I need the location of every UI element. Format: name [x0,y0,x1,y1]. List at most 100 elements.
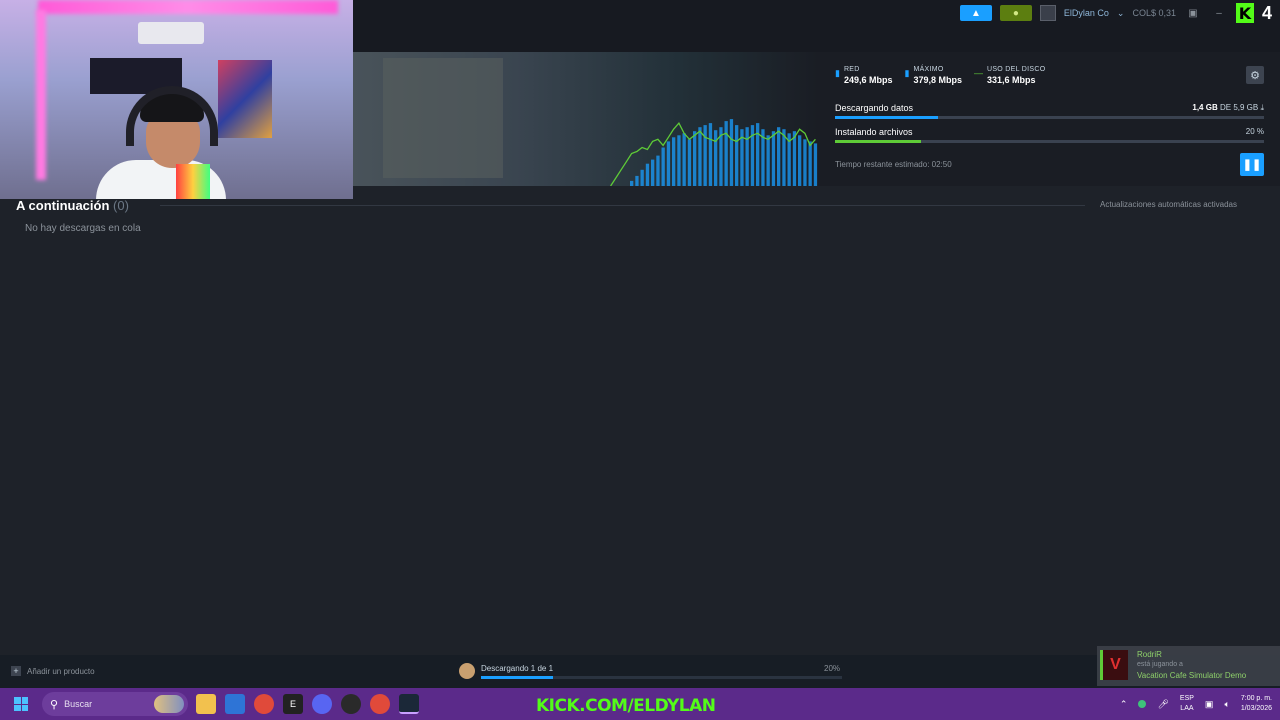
downloaded-of: DE [1219,103,1232,112]
network-icon[interactable]: ▣ [1205,699,1214,710]
file-explorer-icon[interactable] [196,694,216,714]
big-picture-icon[interactable]: ▣ [1184,8,1202,19]
steam-icon[interactable] [399,694,419,714]
avatar[interactable] [1039,5,1056,21]
download-arrow-icon: ⤓ [1260,103,1264,112]
network-bar [672,137,676,186]
network-bar [630,180,634,186]
chrome-icon[interactable] [254,694,274,714]
network-bar [792,131,797,186]
stat-value: 379,8 Mbps [913,75,962,85]
stat-label: MÁXIMO [913,66,944,73]
wall-poster [218,60,272,138]
downloading-status[interactable]: Descargando 1 de 1 [481,664,553,673]
minimize-icon[interactable]: – [1210,8,1228,19]
downloaded-amount: 1,4 GB [1192,103,1218,112]
network-bar [724,121,728,186]
network-bar [682,133,686,186]
add-product-button[interactable]: + Añadir un producto [11,666,95,676]
clock-time: 7:00 p. m. [1240,695,1272,702]
queue-title: A continuación (0) [16,198,129,213]
speaker-icon[interactable]: 🔈︎ [1224,699,1229,710]
network-bar [645,163,650,186]
chevron-up-icon[interactable]: ⌃ [1120,699,1128,710]
network-bar [651,159,655,186]
pause-button[interactable]: ❚❚ [1240,153,1264,176]
installing-label: Instalando archivos [835,127,913,137]
plus-icon: + [11,666,21,676]
status-dot-icon[interactable] [1138,700,1147,708]
status-progress-fill [481,676,554,679]
chrome-profile-icon[interactable] [370,694,390,714]
network-bar [698,127,702,186]
clock[interactable]: 7:00 p. m. 1/03/2026 [1241,694,1272,714]
add-product-label: Añadir un producto [27,666,95,676]
obs-icon[interactable] [341,694,361,714]
status-progress-bar [481,676,842,679]
network-bar [693,131,697,186]
taskbar-apps: E [196,694,419,714]
network-bar [729,119,734,186]
network-bar [635,175,639,186]
queue-title-text: A continuación [16,198,110,213]
led-strip [38,0,338,14]
downloading-row: Descargando datos 1,4 GB DE 5,9 GB ⤓ [835,103,1264,119]
store-icon[interactable] [225,694,245,714]
taskbar-search[interactable]: ⚲ Buscar [42,692,188,716]
network-bar [777,127,781,186]
status-percent: 20% [824,664,841,673]
network-bar [656,155,660,186]
microphone-icon[interactable]: 🎤︎ [1157,699,1168,710]
downloaded-size: 1,4 GB DE 5,9 GB ⤓ [1192,103,1264,113]
network-bar [677,135,681,186]
rgb-light [176,164,210,199]
network-bar [803,139,807,186]
game-icon [459,663,475,679]
clock-date: 1/03/2026 [1240,705,1272,712]
windows-taskbar: ⚲ Buscar E KICK.COM/ELDYLAN ⌃ 🎤︎ ESP LAA… [0,688,1280,720]
webcam-overlay [0,0,353,199]
network-bar [756,123,760,186]
epic-games-icon[interactable]: E [283,694,303,714]
friend-status: está jugando a [1137,661,1183,668]
wallet-balance: COL$ 0,31 [1132,8,1176,18]
empty-queue-message: No hay descargas en cola [25,223,141,234]
network-bar [666,141,671,186]
disk-line-icon: — [973,68,983,78]
headphones [126,86,218,146]
network-bar [735,125,739,186]
chevron-down-icon[interactable]: ⌄ [1117,8,1125,19]
network-bars-icon: ▮ [835,68,840,78]
start-button[interactable] [0,688,42,720]
bell-icon: ● [1012,7,1019,19]
download-graph [610,119,818,186]
queue-count: (0) [113,198,129,213]
install-progress-bar [835,140,1264,143]
network-bar [808,141,812,186]
download-progress-fill [835,116,938,119]
stat-label: USO DEL DISCO [986,66,1046,73]
friend-notification[interactable]: V RodriR está jugando a Vacation Cafe Si… [1097,646,1280,686]
installing-percent: 20 % [1245,127,1264,136]
friend-name: RodriR [1137,650,1162,659]
network-bar [703,125,707,186]
announcements-button[interactable]: ▲ [959,5,992,21]
notifications-button[interactable]: ● [999,5,1032,21]
download-banner: ▮ RED 249,6 Mbps ▮ MÁXIMO 379,8 Mbps — U… [353,52,1280,186]
network-bar [782,129,786,186]
network-bar [766,135,770,186]
time-remaining: Tiempo restante estimado: 02:50 [835,160,952,169]
stat-peak: ▮ MÁXIMO 379,8 Mbps [904,66,961,85]
discord-icon[interactable] [312,694,332,714]
download-settings-button[interactable]: ⚙ [1246,66,1264,84]
kick-viewer-count: 4 [1262,2,1273,23]
stat-disk: — USO DEL DISCO 331,6 Mbps [974,66,1046,85]
steam-status-bar: + Añadir un producto Descargando 1 de 1 … [0,655,1280,688]
language-indicator[interactable]: ESP LAA [1180,694,1194,714]
account-name[interactable]: ElDylan Co [1064,8,1109,18]
network-bar [687,139,692,186]
led-strip [36,10,46,180]
network-bar [714,130,718,186]
stat-value: 249,6 Mbps [843,75,893,85]
total-amount: 5,9 GB [1233,103,1259,112]
